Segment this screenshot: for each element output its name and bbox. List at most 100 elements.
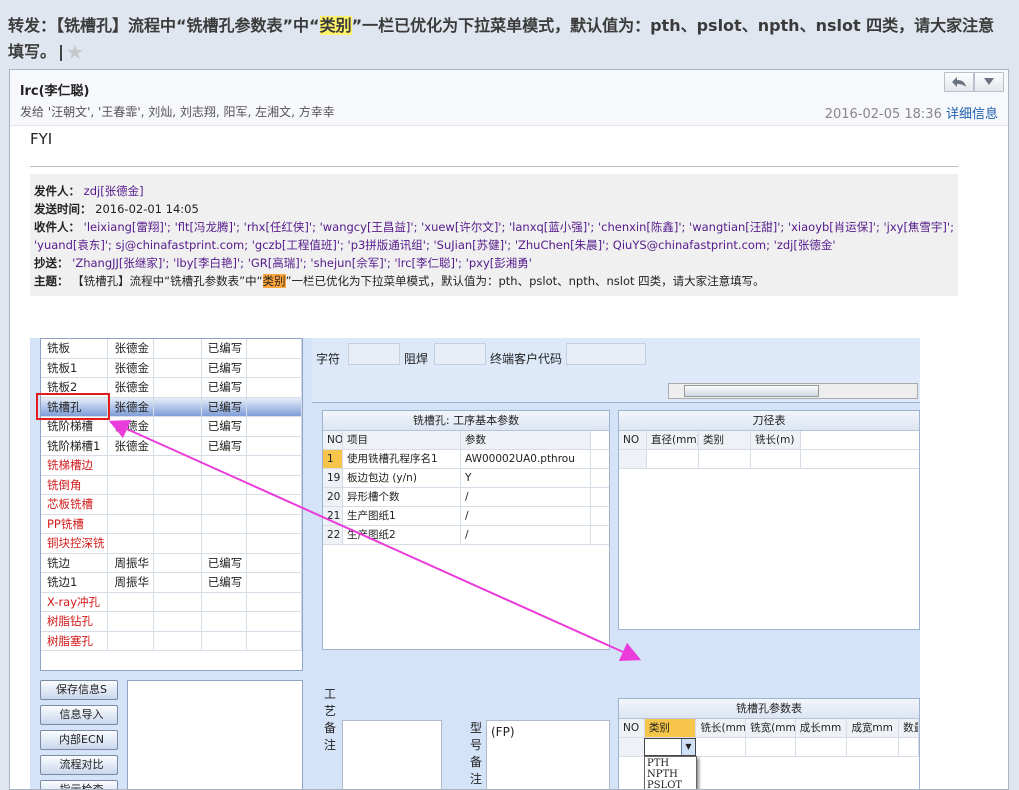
process-note-box[interactable]	[342, 720, 442, 789]
recipients[interactable]: 发给 '汪朝文', '王春霏', 刘灿, 刘志翔, 阳军, 左湘文, 方幸幸	[20, 103, 335, 120]
email-subject: 转发：【铣槽孔】流程中“铣槽孔参数表”中“类别”一栏已优化为下拉菜单模式，默认值…	[8, 14, 1008, 64]
process-row[interactable]: 芯板铣槽	[41, 495, 302, 515]
table-header: 参数	[461, 431, 591, 449]
left-button[interactable]: 流程对比	[40, 755, 118, 775]
process-row[interactable]: 铣板1 张德金 已编写	[41, 358, 302, 378]
category-dropdown[interactable]: ▼	[644, 738, 696, 756]
table-header: 铣长(m)	[751, 431, 801, 449]
process-blank	[247, 339, 302, 358]
process-row[interactable]: 铣边 周振华 已编写	[41, 553, 302, 573]
model-note-label: 型号备注	[470, 721, 483, 786]
left-button[interactable]: 信息导入	[40, 705, 118, 725]
reply-icon[interactable]	[944, 72, 974, 92]
table-row[interactable]: 1 使用铣槽孔程序名1 AW00002UA0.pthrou	[323, 450, 609, 469]
process-status: 已编写	[202, 397, 248, 416]
message-date: 2016-02-05 18:36 详细信息	[825, 103, 998, 122]
process-blank	[247, 397, 302, 416]
process-row[interactable]: 铜块控深铣	[41, 534, 302, 554]
table-header: 铣宽(mm)	[746, 719, 796, 737]
chevron-down-icon[interactable]	[974, 72, 1004, 92]
knife-title: 刀径表	[619, 411, 919, 431]
process-row[interactable]: 铣板 张德金 已编写	[41, 339, 302, 359]
process-row[interactable]: X-ray冲孔	[41, 592, 302, 612]
process-owner	[108, 475, 155, 494]
process-name: 铣板1	[41, 358, 109, 377]
to-line2[interactable]: 'yuand[袁东]'; sj@chinafastprint.com; 'gcz…	[34, 238, 836, 252]
quoted-subj-highlight: 类别	[262, 274, 286, 288]
process-row[interactable]: 树脂塞孔	[41, 631, 302, 651]
process-blank	[154, 456, 202, 475]
table-row[interactable]: 20 异形槽个数 /	[323, 488, 609, 507]
left-button[interactable]: 指示检查	[40, 780, 118, 789]
dropdown-option[interactable]: PTH	[647, 758, 694, 769]
table-cell	[796, 738, 848, 756]
table-row[interactable]	[619, 450, 919, 469]
quoted-subj-prefix: 【铣槽孔】流程中“铣槽孔参数表”中“	[72, 274, 263, 288]
table-cell	[699, 450, 751, 468]
dropdown-list: PTHNPTHPSLOTNSLOT	[644, 756, 697, 789]
table-header: 直径(mm)	[647, 431, 699, 449]
date-text: 2016-02-05 18:36	[824, 107, 942, 122]
chevron-down-icon[interactable]: ▼	[681, 739, 695, 755]
dropdown-option[interactable]: PSLOT	[647, 780, 694, 789]
table-cell	[696, 738, 747, 756]
table-row[interactable]: 19 板边包边 (y/n) Y	[323, 469, 609, 488]
process-owner: 周振华	[108, 553, 155, 572]
embedded-screenshot: 铣板 张德金 已编写 铣板1 张德金 已编写 铣板2 张德金 已编写 铣槽孔 张德金 已编写 铣阶梯槽张…	[30, 338, 920, 789]
process-status	[202, 631, 248, 650]
sender-name[interactable]: lrc(李仁聪)	[20, 80, 89, 99]
table-row[interactable]: 22 生产图纸2/	[323, 526, 609, 545]
table-cell: 21	[323, 507, 343, 525]
process-status	[202, 534, 248, 553]
process-blank	[154, 378, 202, 397]
process-owner	[108, 456, 155, 475]
cc-value[interactable]: 'ZhangJJ[张继家]'; 'lby[李白艳]'; 'GR[高瑞]'; 's…	[72, 256, 532, 270]
field-label-3: 终端客户代码	[490, 352, 563, 366]
horizontal-scrollbar[interactable]	[668, 383, 918, 399]
process-blank	[154, 592, 202, 611]
header-buttons	[944, 72, 1004, 92]
field-input-1[interactable]	[348, 343, 400, 365]
field-input-2[interactable]	[434, 343, 486, 365]
table-cell	[746, 738, 796, 756]
left-button[interactable]: 保存信息S	[40, 680, 118, 700]
to-label: 收件人：	[34, 220, 80, 234]
process-row[interactable]: 树脂钻孔	[41, 612, 302, 632]
subj-label: 主题：	[34, 274, 69, 288]
table-cell: /	[461, 507, 591, 525]
model-note-box[interactable]: (FP)	[486, 720, 610, 789]
scroll-thumb[interactable]	[684, 385, 819, 397]
process-row[interactable]: 铣阶梯槽1 张德金 已编写	[41, 436, 302, 456]
process-owner: 张德金	[108, 417, 155, 436]
table-cell: 生产图纸1	[343, 507, 461, 525]
process-blank	[154, 534, 202, 553]
process-blank	[154, 573, 202, 592]
process-blank	[247, 456, 302, 475]
process-row[interactable]: 铣倒角	[41, 475, 302, 495]
process-name: 铣边1	[41, 573, 109, 592]
from-value[interactable]: zdj[张德金]	[84, 184, 144, 198]
left-button[interactable]: 内部ECN	[40, 730, 118, 750]
process-blank	[247, 378, 302, 397]
to-line1[interactable]: 'leixiang[雷翔]'; 'flt[冯龙腾]'; 'rhx[任红侠]'; …	[84, 220, 954, 234]
dropdown-option[interactable]: NPTH	[647, 769, 694, 780]
process-owner: 张德金	[108, 339, 155, 358]
process-row[interactable]: 铣梯槽边	[41, 456, 302, 476]
process-blank	[247, 358, 302, 377]
table-cell: 生产图纸2	[343, 526, 461, 544]
process-row[interactable]: PP铣槽	[41, 514, 302, 534]
table-header: 成宽mm	[847, 719, 900, 737]
process-row[interactable]: 铣边1 周振华 已编写	[41, 573, 302, 593]
process-status	[202, 514, 248, 533]
highlight-box	[36, 393, 110, 420]
process-name: 铜块控深铣	[41, 534, 109, 553]
table-cell: 20	[323, 488, 343, 506]
star-icon[interactable]: ★	[66, 40, 84, 64]
details-link[interactable]: 详细信息	[946, 107, 998, 122]
field-input-3[interactable]	[566, 343, 646, 365]
process-name: 芯板铣槽	[41, 495, 109, 514]
table-header: 类别	[699, 431, 751, 449]
table-cell	[899, 738, 919, 756]
field-label-1: 字符	[316, 352, 341, 366]
table-row[interactable]: 21 生产图纸1/	[323, 507, 609, 526]
